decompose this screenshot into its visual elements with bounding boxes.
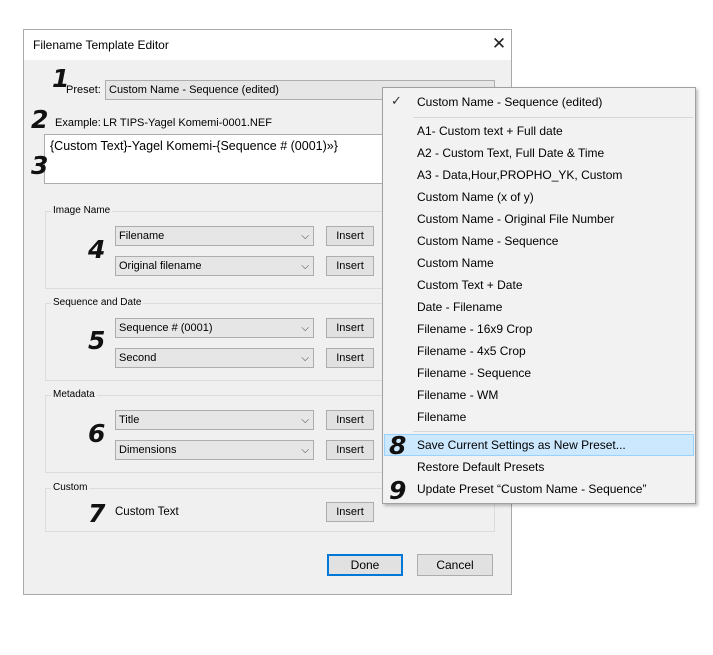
- metadata-group-title: Metadata: [51, 389, 97, 400]
- metadata-insert-button-2[interactable]: Insert: [326, 440, 374, 460]
- step-number-6: 6: [88, 419, 106, 448]
- chevron-down-icon: ⌵: [301, 353, 309, 364]
- custom-text-label: Custom Text: [115, 506, 179, 518]
- date-insert-button[interactable]: Insert: [326, 348, 374, 368]
- menu-item[interactable]: Custom Name (x of y): [417, 190, 534, 204]
- step-number-5: 5: [88, 326, 106, 355]
- image-name-token-select-2[interactable]: Original filename ⌵: [115, 256, 314, 276]
- custom-group-title: Custom: [51, 482, 90, 493]
- image-name-insert-button-1[interactable]: Insert: [326, 226, 374, 246]
- menu-item[interactable]: Filename - WM: [417, 388, 498, 402]
- title-bar: Filename Template Editor ✕: [24, 30, 511, 60]
- example-value: LR TIPS-Yagel Komemi-0001.NEF: [103, 117, 272, 129]
- menu-separator: [413, 431, 693, 432]
- menu-item[interactable]: Custom Name - Sequence: [417, 234, 558, 248]
- menu-item[interactable]: A2 - Custom Text, Full Date & Time: [417, 146, 604, 160]
- step-number-1: 1: [52, 64, 70, 93]
- preset-dropdown-menu: ✓ Custom Name - Sequence (edited) A1- Cu…: [382, 87, 696, 504]
- custom-insert-button[interactable]: Insert: [326, 502, 374, 522]
- chevron-down-icon: ⌵: [301, 445, 309, 456]
- sequence-date-group-title: Sequence and Date: [51, 297, 144, 308]
- metadata-insert-button-1[interactable]: Insert: [326, 410, 374, 430]
- chevron-down-icon: ⌵: [301, 261, 309, 272]
- preset-select-value: Custom Name - Sequence (edited): [109, 84, 279, 96]
- step-number-9: 9: [389, 476, 407, 505]
- menu-item[interactable]: Custom Text + Date: [417, 278, 523, 292]
- image-name-token-value-2: Original filename: [119, 260, 202, 272]
- step-number-8: 8: [389, 431, 407, 460]
- menu-item[interactable]: Date - Filename: [417, 300, 502, 314]
- step-number-7: 7: [88, 499, 106, 528]
- sequence-token-value: Sequence # (0001): [119, 322, 213, 334]
- chevron-down-icon: ⌵: [301, 323, 309, 334]
- preset-label: Preset:: [66, 84, 101, 96]
- sequence-token-select[interactable]: Sequence # (0001) ⌵: [115, 318, 314, 338]
- example-label: Example:: [55, 117, 101, 129]
- image-name-group-title: Image Name: [51, 205, 113, 216]
- dialog-title: Filename Template Editor: [33, 38, 169, 52]
- metadata-token-value: Title: [119, 414, 140, 426]
- menu-item[interactable]: Filename - 4x5 Crop: [417, 344, 526, 358]
- sequence-insert-button[interactable]: Insert: [326, 318, 374, 338]
- menu-item[interactable]: A3 - Data,Hour,PROPHO_YK, Custom: [417, 168, 622, 182]
- chevron-down-icon: ⌵: [301, 231, 309, 242]
- date-token-select[interactable]: Second ⌵: [115, 348, 314, 368]
- metadata-token-select[interactable]: Title ⌵: [115, 410, 314, 430]
- menu-action-save-preset[interactable]: Save Current Settings as New Preset...: [417, 438, 626, 452]
- step-number-4: 4: [88, 235, 106, 264]
- metadata-token-select-2[interactable]: Dimensions ⌵: [115, 440, 314, 460]
- close-icon[interactable]: ✕: [488, 33, 510, 55]
- menu-item[interactable]: Filename: [417, 410, 466, 424]
- menu-item[interactable]: Filename - Sequence: [417, 366, 531, 380]
- image-name-insert-button-2[interactable]: Insert: [326, 256, 374, 276]
- menu-separator: [413, 117, 693, 118]
- template-text: {Custom Text}-Yagel Komemi-{Sequence # (…: [50, 139, 338, 153]
- menu-item[interactable]: Custom Name - Original File Number: [417, 212, 614, 226]
- menu-action-restore-defaults[interactable]: Restore Default Presets: [417, 460, 544, 474]
- metadata-token-value-2: Dimensions: [119, 444, 177, 456]
- menu-item[interactable]: Custom Name: [417, 256, 494, 270]
- image-name-token-value: Filename: [119, 230, 165, 242]
- cancel-button[interactable]: Cancel: [417, 554, 493, 576]
- chevron-down-icon: ⌵: [301, 415, 309, 426]
- menu-item[interactable]: A1- Custom text + Full date: [417, 124, 563, 138]
- menu-item[interactable]: Filename - 16x9 Crop: [417, 322, 532, 336]
- image-name-token-select[interactable]: Filename ⌵: [115, 226, 314, 246]
- step-number-3: 3: [31, 151, 49, 180]
- menu-action-update-preset[interactable]: Update Preset “Custom Name - Sequence”: [417, 482, 646, 496]
- step-number-2: 2: [31, 105, 49, 134]
- date-token-value: Second: [119, 352, 157, 364]
- done-button[interactable]: Done: [327, 554, 403, 576]
- check-icon: ✓: [391, 93, 402, 108]
- menu-item-selected[interactable]: Custom Name - Sequence (edited): [417, 95, 602, 109]
